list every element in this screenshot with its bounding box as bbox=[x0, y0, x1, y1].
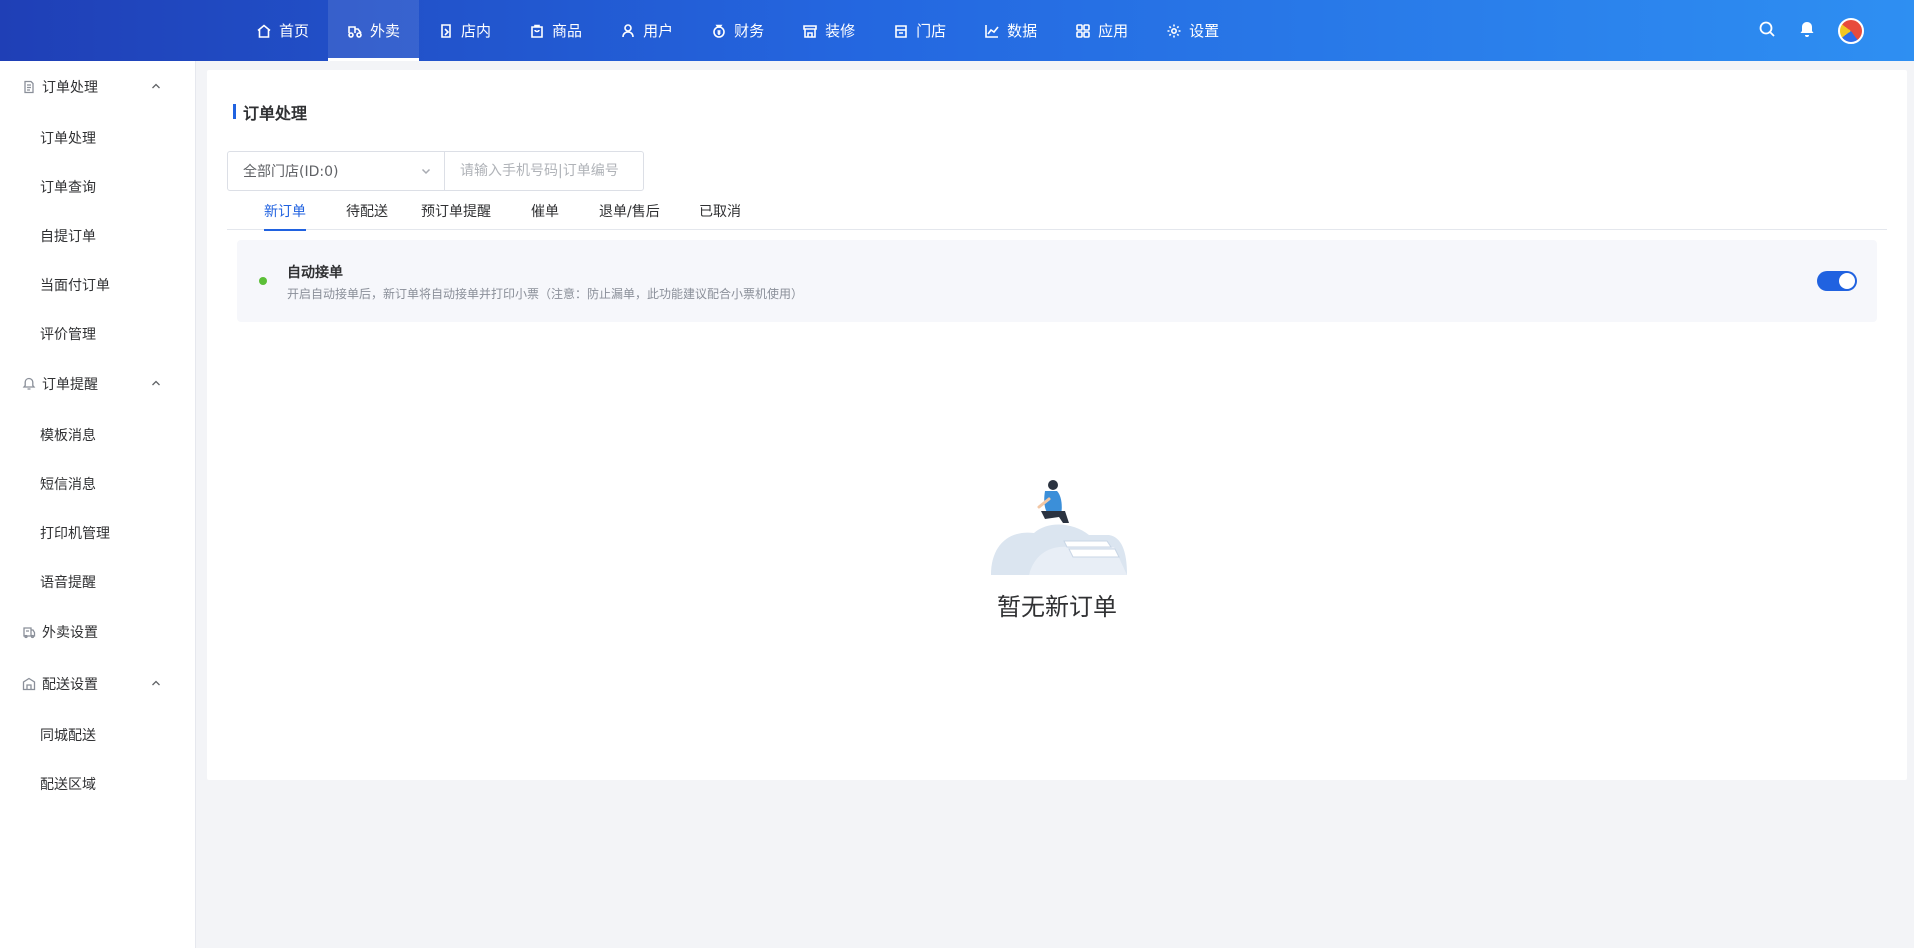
document-icon bbox=[24, 80, 34, 94]
search-icon[interactable] bbox=[1758, 20, 1776, 42]
empty-state-illustration bbox=[991, 480, 1127, 575]
sidebar-group-order-processing[interactable]: 订单处理 bbox=[0, 61, 195, 113]
topnav-decorate[interactable]: 装修 bbox=[783, 0, 874, 61]
user-icon bbox=[622, 23, 634, 37]
decorate-icon bbox=[803, 24, 817, 38]
sidebar-item-local-delivery[interactable]: 同城配送 bbox=[0, 710, 195, 759]
status-dot bbox=[259, 277, 267, 285]
store-select-value: 全部门店(ID:0) bbox=[243, 164, 339, 180]
tab-new-orders[interactable]: 新订单 bbox=[264, 196, 306, 231]
sidebar-item-pickup-orders[interactable]: 自提订单 bbox=[0, 211, 195, 260]
chevron-up-icon bbox=[150, 80, 162, 96]
topbar-actions bbox=[1758, 0, 1864, 61]
topnav-goods[interactable]: 商品 bbox=[510, 0, 601, 61]
sidebar-item-face-pay-orders[interactable]: 当面付订单 bbox=[0, 260, 195, 309]
tab-refund-after-sales[interactable]: 退单/售后 bbox=[599, 196, 660, 230]
topnav-label: 商品 bbox=[552, 22, 583, 40]
topnav-store[interactable]: 门店 bbox=[874, 0, 965, 61]
dine-in-icon bbox=[441, 23, 451, 38]
sidebar-item-voice-reminders[interactable]: 语音提醒 bbox=[0, 557, 195, 606]
topnav-label: 用户 bbox=[643, 22, 674, 40]
sidebar-group-label: 外卖设置 bbox=[42, 625, 98, 641]
avatar[interactable] bbox=[1838, 17, 1864, 44]
sidebar-item-delivery-area[interactable]: 配送区域 bbox=[0, 759, 195, 808]
sidebar-group-label: 配送设置 bbox=[42, 677, 98, 693]
sidebar-item-template-messages[interactable]: 模板消息 bbox=[0, 410, 195, 459]
main-panel: 订单处理 全部门店(ID:0) 新订单 待配送 预订单提醒 催单 退单/售后 已… bbox=[207, 70, 1907, 780]
auto-accept-description: 开启自动接单后，新订单将自动接单并打印小票（注意：防止漏单，此功能建议配合小票机… bbox=[287, 287, 804, 301]
order-tabs: 新订单 待配送 预订单提醒 催单 退单/售后 已取消 bbox=[227, 196, 1887, 231]
sidebar-group-label: 订单提醒 bbox=[42, 377, 98, 393]
tab-pending-delivery[interactable]: 待配送 bbox=[346, 196, 388, 230]
sidebar-group-label: 订单处理 bbox=[42, 80, 98, 96]
takeout-icon bbox=[23, 627, 36, 639]
top-bar: 首页 外卖 店内 商品 用户 财务 装修 门店 数据 应用 设置 bbox=[0, 0, 1914, 61]
sidebar-group-delivery-settings[interactable]: 配送设置 bbox=[0, 658, 195, 710]
delivery-settings-icon bbox=[22, 677, 36, 691]
topnav-label: 设置 bbox=[1189, 22, 1220, 40]
topnav-label: 装修 bbox=[825, 22, 856, 40]
topnav-label: 首页 bbox=[279, 22, 310, 40]
tab-preorder-reminders[interactable]: 预订单提醒 bbox=[421, 196, 491, 230]
gear-icon bbox=[1167, 24, 1181, 37]
topnav-label: 应用 bbox=[1098, 22, 1129, 40]
bell-icon[interactable] bbox=[1798, 20, 1816, 42]
topnav-label: 门店 bbox=[916, 22, 947, 40]
finance-icon bbox=[713, 24, 725, 38]
topnav-home[interactable]: 首页 bbox=[237, 0, 328, 61]
topnav-label: 财务 bbox=[734, 22, 765, 40]
sidebar-item-printer-management[interactable]: 打印机管理 bbox=[0, 508, 195, 557]
topnav-label: 店内 bbox=[461, 22, 492, 40]
delivery-icon bbox=[348, 25, 362, 38]
goods-icon bbox=[531, 24, 543, 38]
topnav-label: 外卖 bbox=[370, 22, 401, 40]
sidebar-item-sms-messages[interactable]: 短信消息 bbox=[0, 459, 195, 508]
topnav-apps[interactable]: 应用 bbox=[1056, 0, 1147, 61]
topnav-data[interactable]: 数据 bbox=[965, 0, 1056, 61]
sidebar-item-reviews[interactable]: 评价管理 bbox=[0, 309, 195, 358]
sidebar-item-order-query[interactable]: 订单查询 bbox=[0, 162, 195, 211]
auto-accept-title: 自动接单 bbox=[287, 265, 343, 281]
sidebar: 订单处理 订单处理 订单查询 自提订单 当面付订单 评价管理 订单提醒 模板消息… bbox=[0, 61, 196, 948]
empty-state-text: 暂无新订单 bbox=[997, 593, 1117, 621]
topnav-finance[interactable]: 财务 bbox=[692, 0, 783, 61]
page-title: 订单处理 bbox=[233, 100, 307, 124]
chevron-down-icon bbox=[420, 165, 432, 181]
topnav-delivery[interactable]: 外卖 bbox=[328, 0, 420, 61]
topnav-dine-in[interactable]: 店内 bbox=[419, 0, 510, 61]
chevron-up-icon bbox=[150, 677, 162, 693]
store-icon bbox=[895, 24, 907, 38]
sidebar-group-takeout-settings[interactable]: 外卖设置 bbox=[0, 606, 195, 658]
sidebar-group-order-reminders[interactable]: 订单提醒 bbox=[0, 358, 195, 410]
tab-urge-orders[interactable]: 催单 bbox=[531, 196, 559, 230]
topnav-label: 数据 bbox=[1007, 22, 1038, 40]
home-icon bbox=[257, 23, 271, 38]
sidebar-item-order-processing[interactable]: 订单处理 bbox=[0, 113, 195, 162]
auto-accept-toggle[interactable] bbox=[1817, 271, 1857, 291]
top-nav: 首页 外卖 店内 商品 用户 财务 装修 门店 数据 应用 设置 bbox=[237, 0, 1238, 61]
auto-accept-card: 自动接单 开启自动接单后，新订单将自动接单并打印小票（注意：防止漏单，此功能建议… bbox=[237, 240, 1877, 322]
chart-icon bbox=[985, 24, 999, 38]
chevron-up-icon bbox=[150, 377, 162, 393]
apps-icon bbox=[1076, 23, 1090, 38]
store-select[interactable]: 全部门店(ID:0) bbox=[227, 151, 445, 191]
topnav-user[interactable]: 用户 bbox=[601, 0, 692, 61]
bell-icon bbox=[22, 377, 36, 390]
tab-cancelled[interactable]: 已取消 bbox=[699, 196, 741, 230]
topnav-settings[interactable]: 设置 bbox=[1147, 0, 1238, 61]
search-input[interactable] bbox=[444, 151, 644, 191]
